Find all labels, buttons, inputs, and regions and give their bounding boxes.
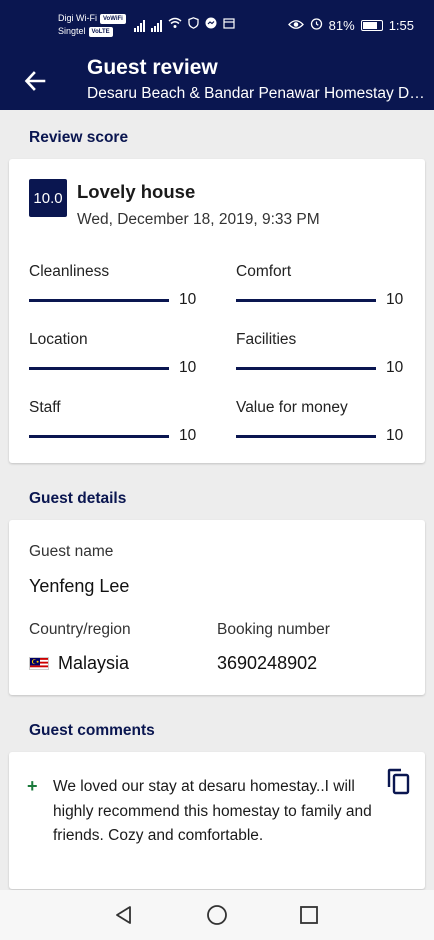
- clock: 1:55: [388, 17, 414, 33]
- metric-label: Location: [29, 331, 88, 348]
- metric-cleanliness: Cleanliness 10: [29, 263, 207, 313]
- comment-text: We loved our stay at desaru homestay..I …: [53, 778, 372, 844]
- page-title: Guest review: [87, 56, 218, 79]
- back-button[interactable]: [18, 64, 52, 98]
- nav-home-button[interactable]: [206, 904, 228, 926]
- status-right: 81% 1:55: [287, 17, 414, 33]
- property-name: Desaru Beach & Bandar Penawar Homestay D…: [87, 85, 427, 102]
- copy-icon: [387, 768, 410, 795]
- guest-details-heading: Guest details: [29, 490, 127, 507]
- metric-bar: [236, 435, 376, 438]
- circle-home-icon: [207, 905, 227, 925]
- metric-value: 10: [386, 359, 404, 376]
- review-score-heading: Review score: [29, 129, 129, 146]
- metric-label: Staff: [29, 399, 61, 416]
- battery-percent: 81%: [328, 17, 355, 33]
- guest-comments-card: + We loved our stay at desaru homestay..…: [9, 752, 425, 889]
- app-bar: Guest review Desaru Beach & Bandar Penaw…: [0, 52, 434, 110]
- status-bar: Digi Wi-Fi VoWiFi Singtel VoLTE 81% 1:55: [0, 0, 434, 52]
- guest-name: Yenfeng Lee: [29, 576, 130, 596]
- battery-icon: [360, 19, 383, 31]
- metric-bar: [29, 435, 169, 438]
- nav-recents-button[interactable]: [298, 904, 320, 926]
- metric-value: 10: [179, 359, 197, 376]
- signal-icons: [134, 17, 235, 32]
- guest-comments-heading: Guest comments: [29, 722, 155, 739]
- square-recents-icon: [300, 906, 318, 924]
- shield-icon: [188, 17, 199, 32]
- metric-label: Cleanliness: [29, 263, 110, 280]
- metric-label: Value for money: [236, 399, 348, 416]
- metric-label: Facilities: [236, 331, 297, 348]
- metric-location: Location 10: [29, 331, 207, 381]
- alarm-icon: [310, 17, 323, 33]
- metric-bar: [29, 299, 169, 302]
- metric-value: 10: [386, 427, 404, 444]
- messenger-icon: [205, 17, 217, 32]
- wifi-icon: [168, 17, 182, 32]
- eye-icon: [287, 18, 304, 33]
- metric-value-for-money: Value for money 10: [236, 399, 414, 449]
- score-badge: 10.0: [29, 179, 67, 217]
- booking-number: 3690248902: [217, 653, 318, 673]
- carrier-info: Digi Wi-Fi VoWiFi Singtel VoLTE: [58, 12, 126, 38]
- arrow-back-icon: [24, 71, 46, 91]
- system-nav-bar: [0, 890, 434, 940]
- metric-staff: Staff 10: [29, 399, 207, 449]
- calendar-icon: [223, 17, 235, 32]
- metric-label: Comfort: [236, 263, 292, 280]
- positive-comment-icon: +: [27, 776, 38, 796]
- copy-button[interactable]: [385, 768, 411, 796]
- country-name: Malaysia: [58, 653, 130, 673]
- signal-icon: [151, 20, 162, 32]
- metric-value: 10: [179, 427, 197, 444]
- metric-comfort: Comfort 10: [236, 263, 414, 313]
- metric-bar: [236, 367, 376, 370]
- metric-facilities: Facilities 10: [236, 331, 414, 381]
- booking-number-label: Booking number: [217, 621, 330, 638]
- review-title: Lovely house: [77, 181, 196, 202]
- nav-back-button[interactable]: [113, 904, 135, 926]
- carrier2-name: Singtel: [58, 26, 86, 36]
- carrier2-tag: VoLTE: [88, 26, 113, 37]
- signal-icon: [134, 20, 145, 32]
- metric-bar: [29, 367, 169, 370]
- review-score-card: 10.0 Lovely house Wed, December 18, 2019…: [9, 159, 425, 463]
- malaysia-flag-icon: [29, 657, 49, 670]
- triangle-back-icon: [116, 906, 131, 924]
- carrier1-name: Digi Wi-Fi: [58, 13, 97, 23]
- review-date: Wed, December 18, 2019, 9:33 PM: [77, 211, 320, 228]
- carrier1-tag: VoWiFi: [100, 13, 126, 24]
- metric-bar: [236, 299, 376, 302]
- guest-name-label: Guest name: [29, 543, 114, 560]
- guest-details-card: Guest name Yenfeng Lee Country/region Ma…: [9, 520, 425, 695]
- metric-value: 10: [386, 291, 404, 308]
- metric-value: 10: [179, 291, 197, 308]
- country-label: Country/region: [29, 621, 131, 638]
- country-value: Malaysia: [29, 653, 129, 674]
